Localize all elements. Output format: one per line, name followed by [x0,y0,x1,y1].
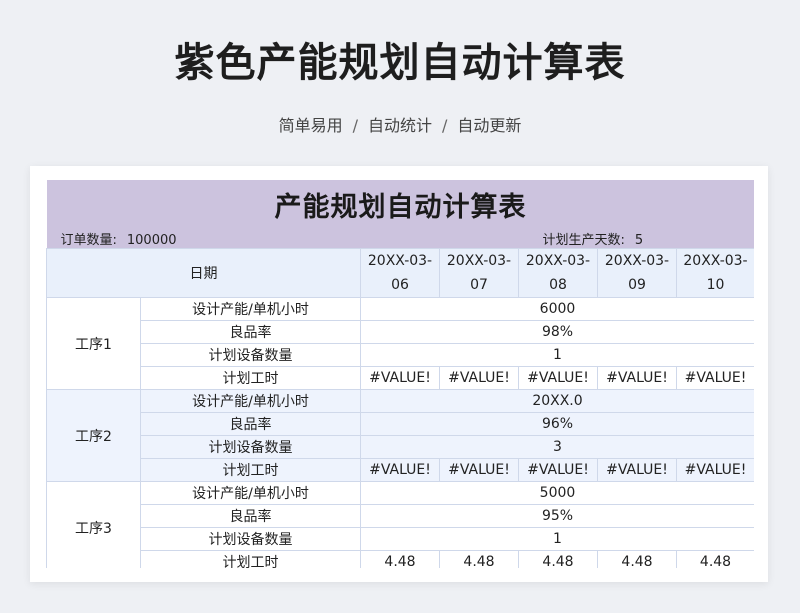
process-name: 工序3 [46,481,141,568]
date-header-prefix: 20XX-03- [604,253,670,269]
hours-cell[interactable]: 4.48 [518,550,598,568]
info-spacer [360,228,519,249]
capacity-cell[interactable]: 20XX.0 [360,389,754,413]
date-header-label: 日期 [46,248,361,298]
hours-cell[interactable]: #VALUE! [676,458,754,482]
subtitle-item: 自动更新 [457,116,522,135]
row-label: 良品率 [140,412,361,436]
date-header-day: 10 [706,277,725,293]
hours-cell[interactable]: 4.48 [360,550,440,568]
capacity-table: 产能规划自动计算表 订单数量: 100000 计划生产天数: 5 日期 20XX-0… [46,180,754,568]
page-title: 紫色产能规划自动计算表 [174,40,626,86]
date-header[interactable]: 20XX-03- 10 [676,248,754,298]
date-header-day: 08 [549,277,567,293]
hours-cell[interactable]: #VALUE! [439,458,519,482]
row-label: 计划工时 [140,458,361,482]
subtitle-item: 简单易用 [278,116,343,135]
hours-cell[interactable]: #VALUE! [360,366,440,390]
row-label: 计划设备数量 [140,527,361,551]
hours-cell[interactable]: 4.48 [597,550,677,568]
hours-cell[interactable]: 4.48 [439,550,519,568]
hours-cell[interactable]: #VALUE! [439,366,519,390]
subtitle-separator: / [442,116,448,135]
capacity-cell[interactable]: 5000 [360,481,754,505]
date-header-day: 06 [391,277,409,293]
plan-days-label: 计划生产天数: [542,232,625,248]
yield-cell[interactable]: 96% [360,412,754,436]
date-header[interactable]: 20XX-03- 08 [518,248,598,298]
hours-cell[interactable]: #VALUE! [597,366,677,390]
hours-cell[interactable]: #VALUE! [676,366,754,390]
equipment-cell[interactable]: 3 [360,435,754,459]
hours-cell[interactable]: 4.48 [676,550,754,568]
order-quantity-value[interactable]: 100000 [117,233,177,248]
row-label: 计划设备数量 [140,343,361,367]
date-header-day: 09 [628,277,646,293]
date-header-prefix: 20XX-03- [525,253,591,269]
process-name: 工序2 [46,389,141,482]
hours-cell[interactable]: #VALUE! [597,458,677,482]
order-quantity-label: 订单数量: [60,232,117,248]
row-label: 设计产能/单机小时 [140,297,361,321]
date-header[interactable]: 20XX-03- 06 [360,248,440,298]
capacity-cell[interactable]: 6000 [360,297,754,321]
equipment-cell[interactable]: 1 [360,343,754,367]
subtitle-separator: / [352,116,358,135]
spreadsheet: 产能规划自动计算表 订单数量: 100000 计划生产天数: 5 日期 20XX-0… [46,180,754,568]
date-header[interactable]: 20XX-03- 07 [439,248,519,298]
equipment-cell[interactable]: 1 [360,527,754,551]
order-quantity: 订单数量: 100000 [46,228,361,249]
row-label: 计划工时 [140,550,361,568]
hours-cell[interactable]: #VALUE! [360,458,440,482]
date-header-prefix: 20XX-03- [446,253,512,269]
subtitle: 简单易用 / 自动统计 / 自动更新 [0,112,800,136]
date-header-prefix: 20XX-03- [683,253,748,269]
row-label: 设计产能/单机小时 [140,389,361,413]
row-label: 计划设备数量 [140,435,361,459]
yield-cell[interactable]: 95% [360,504,754,528]
row-label: 计划工时 [140,366,361,390]
plan-days-value[interactable]: 5 [625,233,643,248]
sheet-title: 产能规划自动计算表 [46,180,754,228]
row-label: 良品率 [140,504,361,528]
date-header-day: 07 [470,277,488,293]
row-label: 设计产能/单机小时 [140,481,361,505]
process-name: 工序1 [46,297,141,390]
date-header-prefix: 20XX-03- [367,253,433,269]
hours-cell[interactable]: #VALUE! [518,366,598,390]
subtitle-item: 自动统计 [367,116,432,135]
hours-cell[interactable]: #VALUE! [518,458,598,482]
plan-days: 计划生产天数: 5 [518,228,754,249]
date-header[interactable]: 20XX-03- 09 [597,248,677,298]
sheet-card: 产能规划自动计算表 订单数量: 100000 计划生产天数: 5 日期 20XX-0… [30,166,768,582]
yield-cell[interactable]: 98% [360,320,754,344]
row-label: 良品率 [140,320,361,344]
